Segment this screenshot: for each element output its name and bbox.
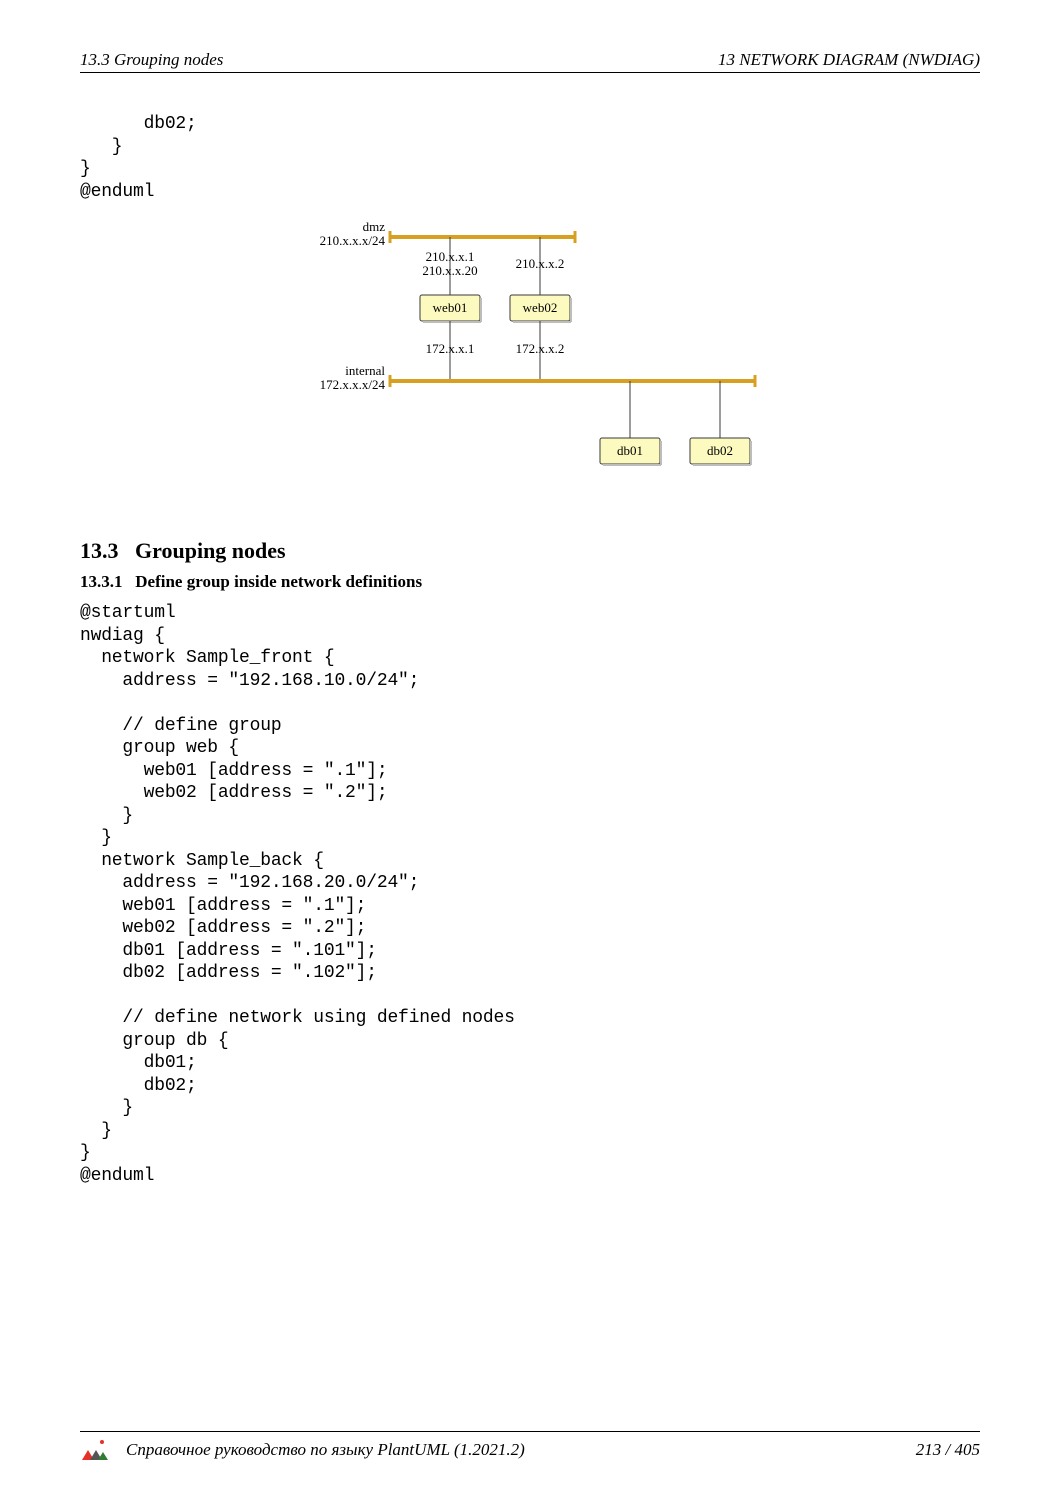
node-db02-label: db02 <box>707 443 733 458</box>
subsection-number: 13.3.1 <box>80 572 123 591</box>
header-left: 13.3 Grouping nodes <box>80 50 223 70</box>
page-number: 213 / 405 <box>916 1440 980 1460</box>
network-diagram: dmz 210.x.x.x/24 210.x.x.1 210.x.x.20 21… <box>250 213 980 488</box>
net1-cidr: 210.x.x.x/24 <box>320 233 386 248</box>
net2-cidr: 172.x.x.x/24 <box>320 377 386 392</box>
page-footer: Справочное руководство по языку PlantUML… <box>80 1431 980 1460</box>
subsection-heading: 13.3.1 Define group inside network defin… <box>80 572 980 592</box>
web01-addr-dmz-b: 210.x.x.20 <box>422 263 477 278</box>
footer-left: Справочное руководство по языку PlantUML… <box>80 1434 525 1460</box>
footer-text: Справочное руководство по языку PlantUML… <box>126 1440 525 1460</box>
plantuml-logo-icon <box>80 1440 110 1466</box>
web01-addr-internal: 172.x.x.1 <box>426 341 475 356</box>
header-right: 13 NETWORK DIAGRAM (NWDIAG) <box>718 50 980 70</box>
net2-name: internal <box>345 363 385 378</box>
node-web02-label: web02 <box>523 300 558 315</box>
code-block-main: @startuml nwdiag { network Sample_front … <box>80 602 980 1187</box>
web02-addr-internal: 172.x.x.2 <box>516 341 565 356</box>
page: 13.3 Grouping nodes 13 NETWORK DIAGRAM (… <box>0 0 1060 1500</box>
section-title: Grouping nodes <box>135 538 286 563</box>
node-db01-label: db01 <box>617 443 643 458</box>
section-heading: 13.3 Grouping nodes <box>80 538 980 564</box>
running-header: 13.3 Grouping nodes 13 NETWORK DIAGRAM (… <box>80 50 980 73</box>
web01-addr-dmz-a: 210.x.x.1 <box>426 249 475 264</box>
net1-name: dmz <box>363 219 386 234</box>
web02-addr-dmz: 210.x.x.2 <box>516 256 565 271</box>
code-block-prev-tail: db02; } } @enduml <box>80 113 980 203</box>
subsection-title: Define group inside network definitions <box>135 572 422 591</box>
section-number: 13.3 <box>80 538 119 563</box>
node-web01-label: web01 <box>433 300 468 315</box>
